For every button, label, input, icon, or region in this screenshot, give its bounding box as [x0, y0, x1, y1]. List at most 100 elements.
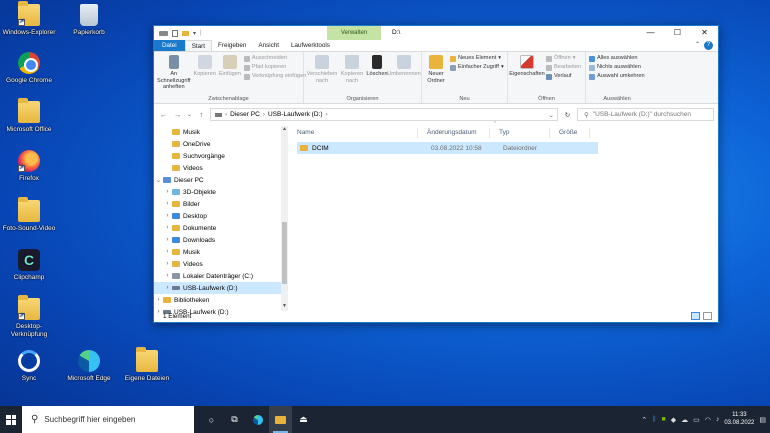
- paste-shortcut-button[interactable]: Verknüpfung einfügen: [243, 73, 306, 80]
- scroll-up-icon[interactable]: ▲: [281, 126, 288, 134]
- properties-button[interactable]: Eigenschaften: [509, 54, 545, 94]
- tab-view[interactable]: Ansicht: [252, 40, 285, 51]
- nav-item[interactable]: › Bilder: [154, 198, 288, 210]
- scrollbar-thumb[interactable]: [282, 222, 287, 284]
- new-folder-button[interactable]: Neuer Ordner: [425, 54, 447, 94]
- notifications-icon[interactable]: ▤: [759, 416, 766, 424]
- nav-item[interactable]: › Musik: [154, 246, 288, 258]
- invert-selection-button[interactable]: Auswahl umkehren: [589, 73, 645, 80]
- nav-item[interactable]: › 3D-Objekte: [154, 186, 288, 198]
- desktop-icon-shortcut[interactable]: ↗ Desktop-Verknüpfung: [0, 295, 58, 338]
- select-none-button[interactable]: Nichts auswählen: [589, 64, 645, 71]
- address-history-chevron-icon[interactable]: ⌄: [546, 111, 557, 119]
- new-item-button[interactable]: Neues Element ▾: [450, 55, 504, 62]
- collapsed-chevron-icon[interactable]: ›: [163, 249, 172, 255]
- desktop-icon-chrome[interactable]: Google Chrome: [0, 52, 58, 85]
- up-arrow-icon[interactable]: ↑: [196, 110, 207, 119]
- nav-item[interactable]: › Downloads: [154, 234, 288, 246]
- column-header-type[interactable]: Typ: [490, 128, 550, 138]
- scroll-down-icon[interactable]: ▼: [281, 303, 288, 311]
- nav-item[interactable]: › Dokumente: [154, 222, 288, 234]
- nav-item-this-pc[interactable]: ⌄ Dieser PC: [154, 174, 288, 186]
- history-button[interactable]: Verlauf: [546, 73, 581, 80]
- minimize-button[interactable]: —: [637, 26, 664, 40]
- easy-access-button[interactable]: Einfacher Zugriff ▾: [450, 64, 504, 71]
- nvidia-icon[interactable]: ■: [661, 416, 665, 423]
- desktop-icon-office[interactable]: Microsoft Office: [0, 98, 58, 134]
- help-icon[interactable]: ?: [704, 41, 713, 50]
- collapsed-chevron-icon[interactable]: ›: [163, 213, 172, 219]
- collapsed-chevron-icon[interactable]: ›: [163, 201, 172, 207]
- delete-button[interactable]: Löschen: [366, 54, 388, 94]
- tray-overflow-icon[interactable]: ⌃: [641, 416, 647, 424]
- open-button[interactable]: Öffnen ▾: [546, 55, 581, 62]
- properties-qat-icon[interactable]: [172, 29, 178, 37]
- desktop-icon-explorer[interactable]: ↗ Windows-Explorer: [0, 1, 58, 37]
- cortana-icon[interactable]: ○: [200, 406, 223, 433]
- tab-drive-tools[interactable]: Laufwerktools: [285, 40, 336, 51]
- taskbar-search-input[interactable]: ⚲ Suchbegriff hier eingeben: [22, 406, 194, 433]
- bluetooth-icon[interactable]: ᛒ: [652, 416, 656, 423]
- ribbon-collapse-icon[interactable]: ⌃: [695, 41, 700, 48]
- desktop-icon-firefox[interactable]: ↗ Firefox: [0, 150, 58, 183]
- large-icons-view-icon[interactable]: [703, 312, 712, 320]
- collapsed-chevron-icon[interactable]: ›: [163, 285, 172, 291]
- move-to-button[interactable]: Verschieben nach: [307, 54, 337, 94]
- address-bar[interactable]: › Dieser PC › USB-Laufwerk (D:) › ⌄: [210, 108, 558, 121]
- back-arrow-icon[interactable]: ←: [158, 110, 169, 119]
- usb-eject-taskbar-icon[interactable]: ⏏: [292, 406, 315, 433]
- details-view-icon[interactable]: [691, 312, 700, 320]
- collapsed-chevron-icon[interactable]: ›: [163, 189, 172, 195]
- nav-item-usb-drive-selected[interactable]: › USB-Laufwerk (D:): [154, 282, 288, 294]
- collapsed-chevron-icon[interactable]: ›: [163, 261, 172, 267]
- desktop-icon-foto-sound-video[interactable]: Foto-Sound-Video: [0, 197, 58, 233]
- context-tab-manage[interactable]: Verwalten: [327, 26, 381, 40]
- edge-taskbar-icon[interactable]: [246, 406, 269, 433]
- battery-icon[interactable]: ▭: [693, 416, 700, 424]
- desktop-icon-eigene-dateien[interactable]: Eigene Dateien: [118, 347, 176, 383]
- nav-item[interactable]: Suchvorgänge: [154, 150, 288, 162]
- recent-locations-icon[interactable]: ⌄: [186, 111, 193, 118]
- copy-to-button[interactable]: Kopieren nach: [340, 54, 364, 94]
- collapsed-chevron-icon[interactable]: ›: [163, 225, 172, 231]
- nav-item[interactable]: › Lokaler Datenträger (C:): [154, 270, 288, 282]
- tab-file[interactable]: Datei: [154, 40, 185, 51]
- nav-item[interactable]: › Desktop: [154, 210, 288, 222]
- expand-chevron-icon[interactable]: ⌄: [154, 177, 163, 184]
- search-input[interactable]: ⚲ "USB-Laufwerk (D:)" durchsuchen: [577, 108, 714, 121]
- select-all-button[interactable]: Alles auswählen: [589, 55, 645, 62]
- task-view-icon[interactable]: ⧉: [223, 406, 246, 433]
- volume-icon[interactable]: ♪: [716, 416, 720, 423]
- desktop-icon-recycle-bin[interactable]: Papierkorb: [60, 4, 118, 37]
- customize-qat-icon[interactable]: ▾: [193, 30, 196, 37]
- close-button[interactable]: ✕: [691, 26, 718, 40]
- breadcrumb-usb-drive[interactable]: USB-Laufwerk (D:): [268, 111, 323, 118]
- rename-button[interactable]: Umbenennen: [387, 54, 421, 94]
- nav-item[interactable]: › Videos: [154, 258, 288, 270]
- column-header-size[interactable]: Größe: [550, 128, 590, 138]
- nav-item[interactable]: Videos: [154, 162, 288, 174]
- tab-share[interactable]: Freigeben: [212, 40, 252, 51]
- new-folder-qat-icon[interactable]: [182, 30, 189, 36]
- collapsed-chevron-icon[interactable]: ›: [154, 297, 163, 303]
- breadcrumb-this-pc[interactable]: Dieser PC: [230, 111, 260, 118]
- copy-button[interactable]: Kopieren: [193, 54, 216, 94]
- nav-item[interactable]: Musik: [154, 126, 288, 138]
- nav-item[interactable]: OneDrive: [154, 138, 288, 150]
- cut-button[interactable]: Ausschneiden: [243, 55, 306, 62]
- desktop-icon-edge[interactable]: Microsoft Edge: [60, 350, 118, 383]
- copy-path-button[interactable]: Pfad kopieren: [243, 64, 306, 71]
- security-icon[interactable]: ◆: [671, 416, 676, 424]
- edit-button[interactable]: Bearbeiten: [546, 64, 581, 71]
- pin-quick-access-button[interactable]: An Schnellzugriff anheften: [157, 54, 190, 94]
- file-explorer-taskbar-icon[interactable]: [269, 406, 292, 433]
- nav-item-libraries[interactable]: › Bibliotheken: [154, 294, 288, 306]
- refresh-icon[interactable]: ↻: [561, 111, 574, 119]
- forward-arrow-icon[interactable]: →: [172, 110, 183, 119]
- collapsed-chevron-icon[interactable]: ›: [163, 273, 172, 279]
- onedrive-tray-icon[interactable]: ☁: [681, 416, 688, 424]
- navigation-scrollbar[interactable]: ▲ ▼: [281, 126, 288, 311]
- file-row[interactable]: DCIM 03.08.2022 10:58 Dateiordner: [297, 142, 598, 154]
- desktop-icon-clipchamp[interactable]: Clipchamp: [0, 249, 58, 282]
- paste-button[interactable]: Einfügen: [219, 54, 241, 94]
